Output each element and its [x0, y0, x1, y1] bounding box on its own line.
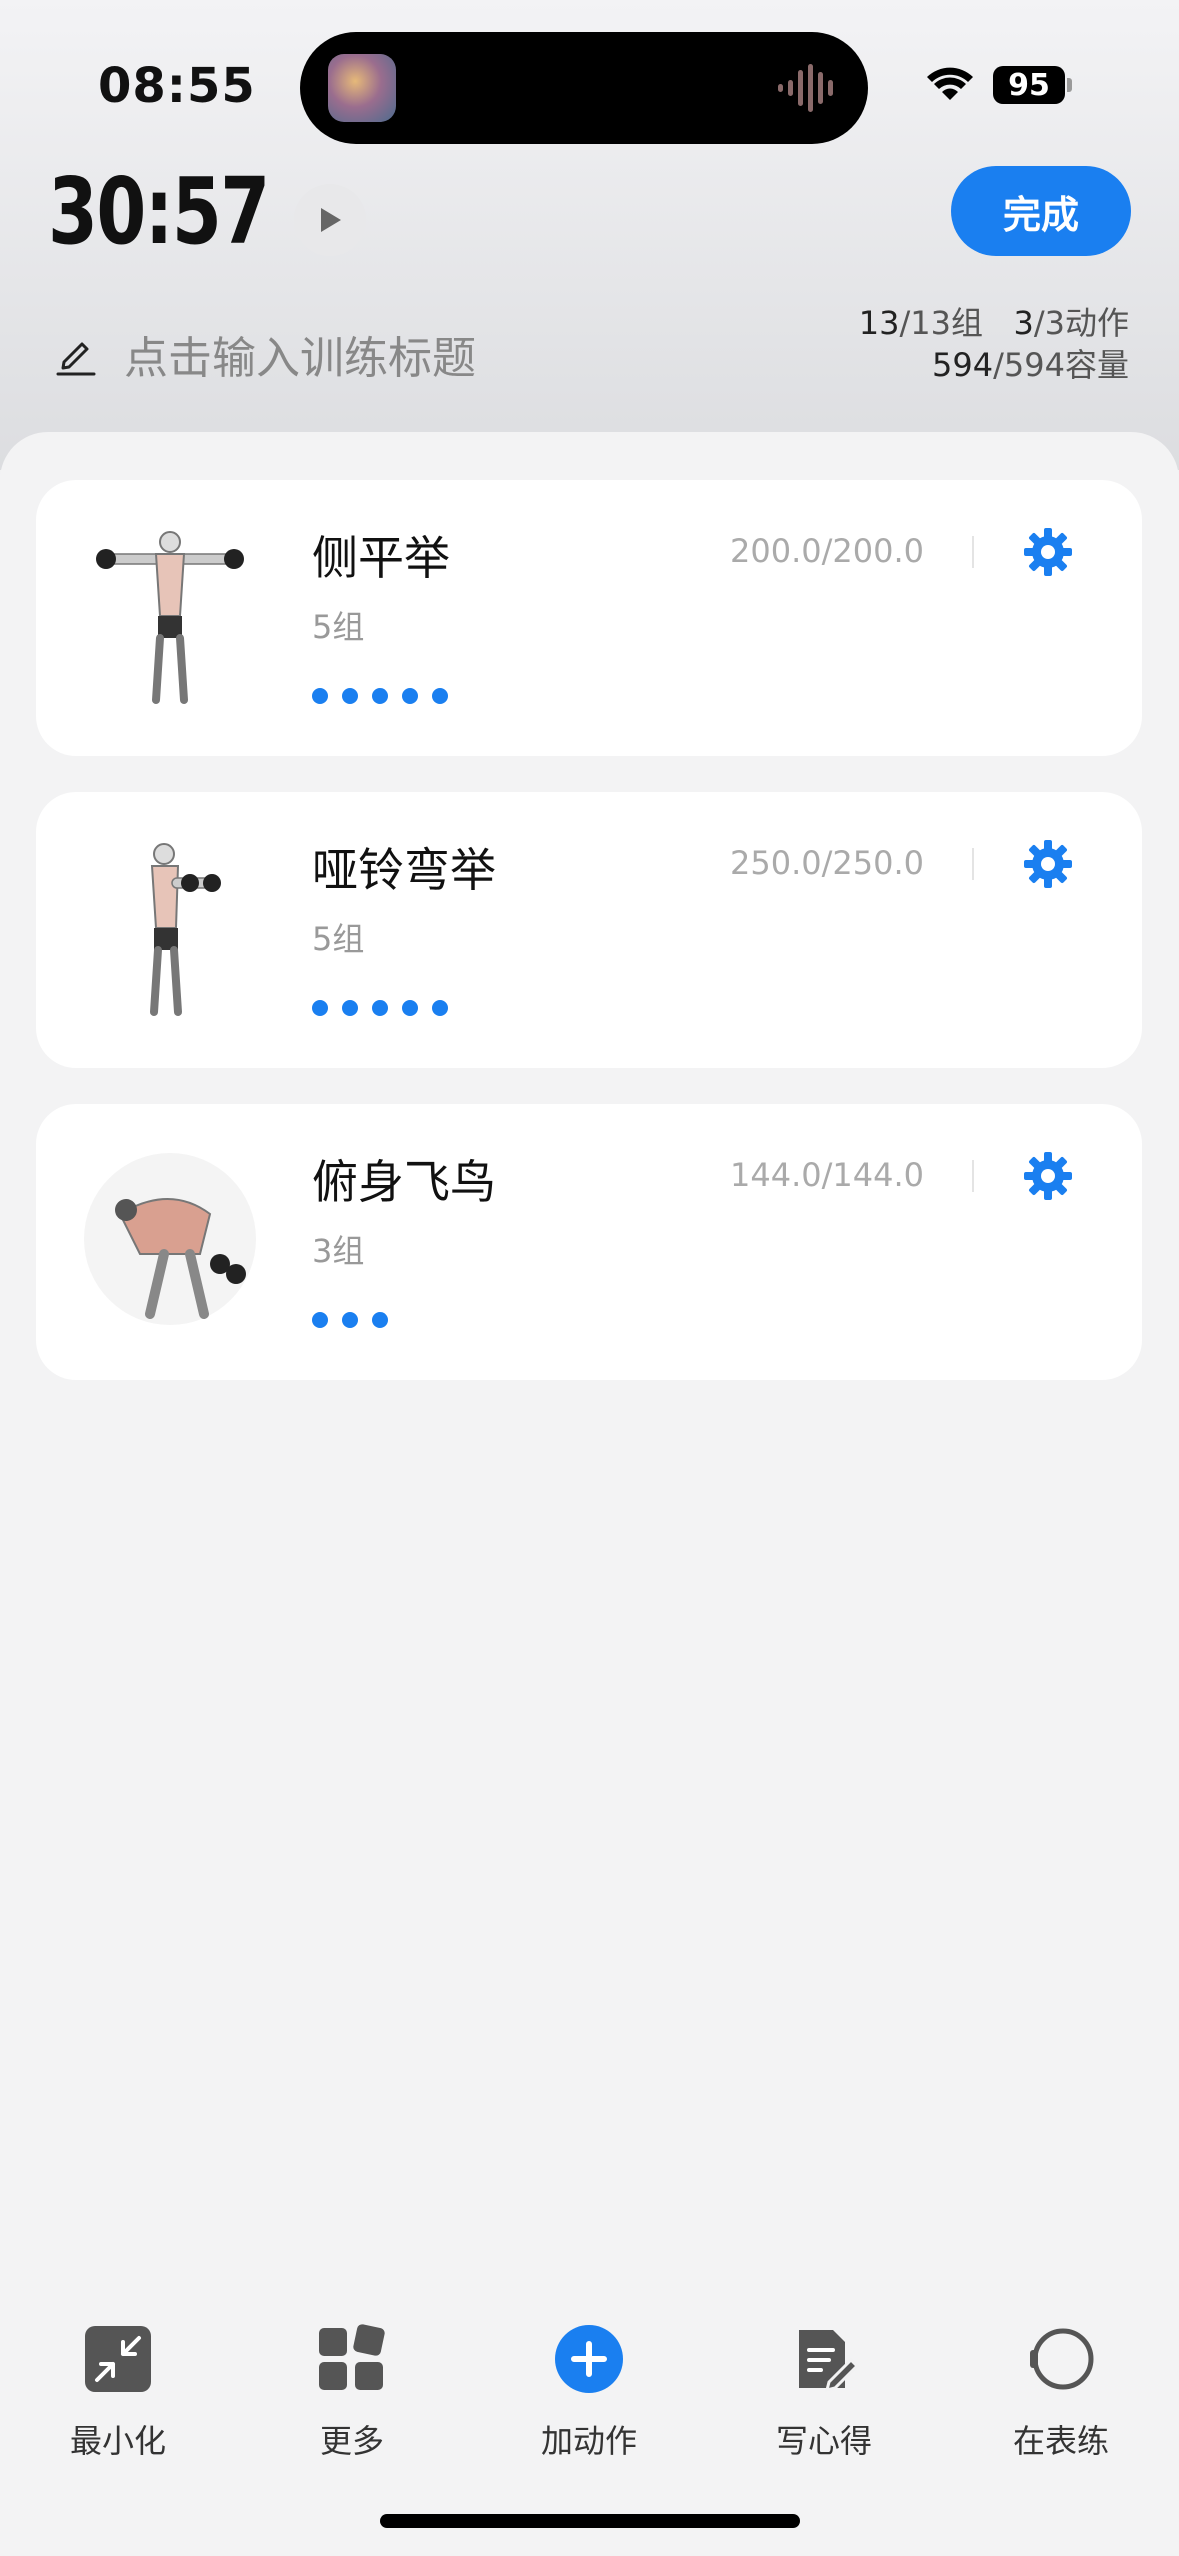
exercise-volume: 144.0/144.0 [730, 1156, 924, 1194]
set-dot [312, 1312, 328, 1328]
exercise-volume: 200.0/200.0 [730, 532, 924, 570]
tab-watch[interactable]: 在表练 [981, 2324, 1141, 2462]
tab-label: 写心得 [775, 2422, 872, 2460]
set-dot [402, 688, 418, 704]
set-dot [372, 1312, 388, 1328]
exercise-card[interactable]: 俯身飞鸟 3组 144.0/144.0 [36, 1104, 1142, 1380]
battery-tip [1067, 78, 1072, 92]
minimize-icon [85, 2326, 151, 2392]
finish-button[interactable]: 完成 [951, 166, 1131, 256]
exercise-card[interactable]: 哑铃弯举 5组 250.0/250.0 [36, 792, 1142, 1068]
set-dot [372, 688, 388, 704]
divider [972, 848, 974, 880]
set-dot [342, 1000, 358, 1016]
volume-total: /594容量 [993, 346, 1129, 384]
bent-over-fly-figure-icon [84, 1153, 256, 1325]
play-button[interactable] [294, 184, 366, 256]
dumbbell-curl-figure-icon [150, 843, 221, 1016]
workout-stats: 13/13组 3/3动作 594/594容量 [859, 302, 1129, 386]
exercise-name: 侧平举 [312, 531, 450, 585]
status-time: 08:55 [98, 58, 256, 114]
exercise-sets: 5组 [312, 608, 365, 646]
exercise-card[interactable]: 侧平举 5组 200.0/200.0 [36, 480, 1142, 756]
set-dot [342, 688, 358, 704]
tab-label: 更多 [319, 2422, 384, 2460]
home-indicator [380, 2514, 800, 2528]
add-circle-icon [555, 2325, 623, 2393]
exercise-sets: 3组 [312, 1232, 365, 1270]
set-progress-dots [312, 688, 448, 704]
play-icon [321, 208, 341, 232]
tab-label: 最小化 [69, 2422, 166, 2460]
battery-indicator: 95 [993, 66, 1065, 104]
title-input-row[interactable]: 点击输入训练标题 [54, 322, 476, 386]
actions-done: 3 [1013, 304, 1034, 342]
stats-line-2: 594/594容量 [859, 344, 1129, 386]
sets-done: 13 [858, 304, 900, 342]
set-dot [342, 1312, 358, 1328]
stats-line-1: 13/13组 3/3动作 [859, 302, 1129, 344]
set-progress-dots [312, 1000, 448, 1016]
set-dot [432, 1000, 448, 1016]
divider [972, 1160, 974, 1192]
now-playing-artwork [328, 54, 396, 122]
exercise-name: 俯身飞鸟 [312, 1155, 496, 1209]
title-placeholder[interactable]: 点击输入训练标题 [124, 322, 476, 386]
gear-icon[interactable] [1020, 836, 1076, 892]
bottom-tab-bar: 最小化 更多 加动作 写心得 在表练 [0, 2300, 1179, 2500]
set-dot [312, 1000, 328, 1016]
edit-pencil-icon [56, 342, 96, 376]
set-dot [312, 688, 328, 704]
volume-done: 594 [932, 346, 994, 384]
tab-notes[interactable]: 写心得 [744, 2324, 904, 2462]
grid-more-icon [319, 2324, 385, 2390]
watch-icon [1030, 2328, 1094, 2390]
wifi-icon [927, 67, 973, 100]
set-progress-dots [312, 1312, 388, 1328]
gear-icon[interactable] [1020, 1148, 1076, 1204]
gear-icon[interactable] [1020, 524, 1076, 580]
exercise-list-sheet: 侧平举 5组 200.0/200.0 哑铃弯举 5组 250.0/250.0 俯… [0, 432, 1179, 2556]
tab-label: 在表练 [1012, 2422, 1109, 2460]
audio-wave-icon [778, 64, 833, 112]
tab-minimize[interactable]: 最小化 [38, 2324, 198, 2462]
set-dot [372, 1000, 388, 1016]
exercise-name: 哑铃弯举 [312, 843, 496, 897]
set-dot [402, 1000, 418, 1016]
tab-add-action[interactable]: 加动作 [509, 2324, 669, 2462]
tab-more[interactable]: 更多 [272, 2324, 432, 2462]
workout-timer: 30:57 [48, 158, 270, 265]
tab-label: 加动作 [540, 2422, 637, 2460]
actions-total: /3动作 [1033, 304, 1129, 342]
exercise-sets: 5组 [312, 920, 365, 958]
dynamic-island[interactable] [300, 32, 868, 144]
sets-total: /13组 [899, 304, 983, 342]
exercise-volume: 250.0/250.0 [730, 844, 924, 882]
divider [972, 536, 974, 568]
note-edit-icon [799, 2330, 859, 2393]
lateral-raise-figure-icon [96, 531, 244, 704]
set-dot [432, 688, 448, 704]
